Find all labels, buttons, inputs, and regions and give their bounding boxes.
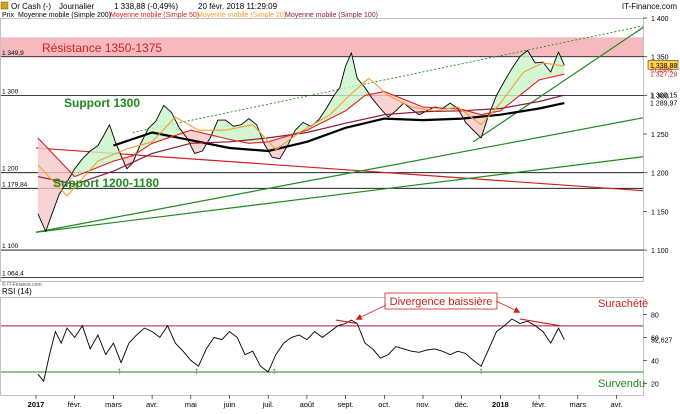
right-label-3: 1 300,15: [650, 93, 677, 100]
price-series: [37, 50, 565, 232]
x-label-mai-4: mai: [185, 400, 197, 409]
price-tick-label-4: 1 200: [651, 171, 669, 178]
level-label-0: 1 349,9: [2, 50, 24, 57]
rsi-tick-label-0: 80: [651, 312, 659, 319]
x-label-2017-0: 2017: [28, 400, 45, 409]
rsi-levels: [1, 325, 643, 373]
level-label-5: 1 064,4: [2, 271, 24, 278]
level-label-2: 1 200: [2, 166, 19, 173]
price-tick-label-0: 1 400: [651, 16, 669, 23]
price-right-labels: 1 338,88-0,49%1 327,291 300,151 289,97: [647, 60, 679, 108]
price-tick-label-5: 1 150: [651, 209, 669, 216]
x-label-juil-6: juil.: [262, 400, 274, 409]
divergence-right-line: [519, 318, 561, 327]
buy-signal-0: ↑: [117, 366, 122, 377]
x-label-mars-2: mars: [105, 400, 122, 409]
buy-signal-3: ↑: [479, 366, 484, 377]
right-label-2: 1 327,29: [650, 72, 677, 79]
buy-signal-2: ↑: [272, 366, 277, 377]
price-y-axis: 1 4001 3501 3001 2501 2001 1501 100: [643, 16, 669, 255]
x-label-mars-14: mars: [569, 400, 586, 409]
legend-sma50: Moyenne mobile (Simple 50): [110, 12, 199, 19]
right-label-4: 1 289,97: [650, 101, 677, 108]
legend-sma100: Moyenne mobile (Simple 100): [285, 12, 378, 19]
price-tick-label-3: 1 250: [651, 132, 669, 139]
price-fills: [37, 50, 565, 232]
overbought-annotation: Surachété: [598, 298, 648, 310]
quote-label: 1 338,88 (-0,49%): [114, 2, 178, 11]
rising-support-1-line: [35, 117, 643, 233]
rsi-last-value: 52,627: [651, 338, 673, 345]
legend-price: Prix: [2, 12, 15, 19]
x-label-fevr-1: févr.: [68, 400, 82, 409]
legend-sma20: Moyenne mobile (Simple 20): [197, 12, 286, 19]
x-label-aout-7: août: [300, 400, 316, 409]
price-tick-label-6: 1 100: [651, 248, 669, 255]
x-label-avr-3: avr.: [146, 400, 158, 409]
rsi-title: RSI (14): [2, 287, 32, 296]
rsi-y-axis: 8060402052,627: [643, 312, 673, 388]
rsi-panel-frame: [0, 297, 644, 396]
datetime-label: 20 févr. 2018 11:29:09: [198, 2, 278, 11]
rsi-tick-label-2: 40: [651, 358, 659, 365]
resistance-annotation: Résistance 1350-1375: [42, 41, 162, 55]
instrument-name: Or Cash (-): [11, 2, 51, 11]
oversold-annotation: Survendu: [598, 378, 645, 390]
x-axis: 2017 févr. mars avr. mai juin juil. août sept. oc…: [28, 395, 623, 409]
period-label: Journalier: [59, 2, 94, 11]
source-label: IT-Finance.com: [622, 2, 677, 11]
chart-svg: Or Cash (-) Journalier 1 338,88 (-0,49%)…: [0, 1, 679, 409]
buy-signal-1: ↑: [194, 366, 199, 377]
support-1200-annotation: Support 1200-1180: [53, 176, 159, 190]
x-label-fevr-13: févr.: [532, 400, 546, 409]
divergence-arrow-right: [495, 300, 521, 313]
rsi-tick-label-3: 20: [651, 381, 659, 388]
x-label-juin-5: juin: [223, 400, 236, 409]
x-label-avr-15: avr.: [610, 400, 622, 409]
divergence-callout: Divergence baissière: [355, 292, 521, 320]
x-label-2018-12: 2018: [492, 400, 509, 409]
level-label-4: 1 100: [2, 243, 19, 250]
divergence-annotation: Divergence baissière: [390, 296, 493, 308]
x-label-nov-10: nov.: [416, 400, 430, 409]
x-label-dec-11: déc.: [455, 400, 469, 409]
legend-sma200: Moyenne mobile (Simple 200): [18, 12, 111, 19]
x-label-sept-8: sept.: [337, 400, 353, 409]
prix-line: [37, 50, 565, 232]
level-label-3: 1 179,84: [2, 181, 28, 188]
chart-header: Or Cash (-) Journalier 1 338,88 (-0,49%)…: [0, 1, 677, 19]
level-label-1: 1 300: [2, 88, 19, 95]
x-label-oct-9: oct.: [378, 400, 390, 409]
gold-icon: [0, 1, 9, 10]
support-1300-annotation: Support 1300: [64, 96, 140, 110]
divergence-arrow-left: [355, 304, 387, 320]
gold-daily-chart: Or Cash (-) Journalier 1 338,88 (-0,49%)…: [0, 0, 680, 409]
